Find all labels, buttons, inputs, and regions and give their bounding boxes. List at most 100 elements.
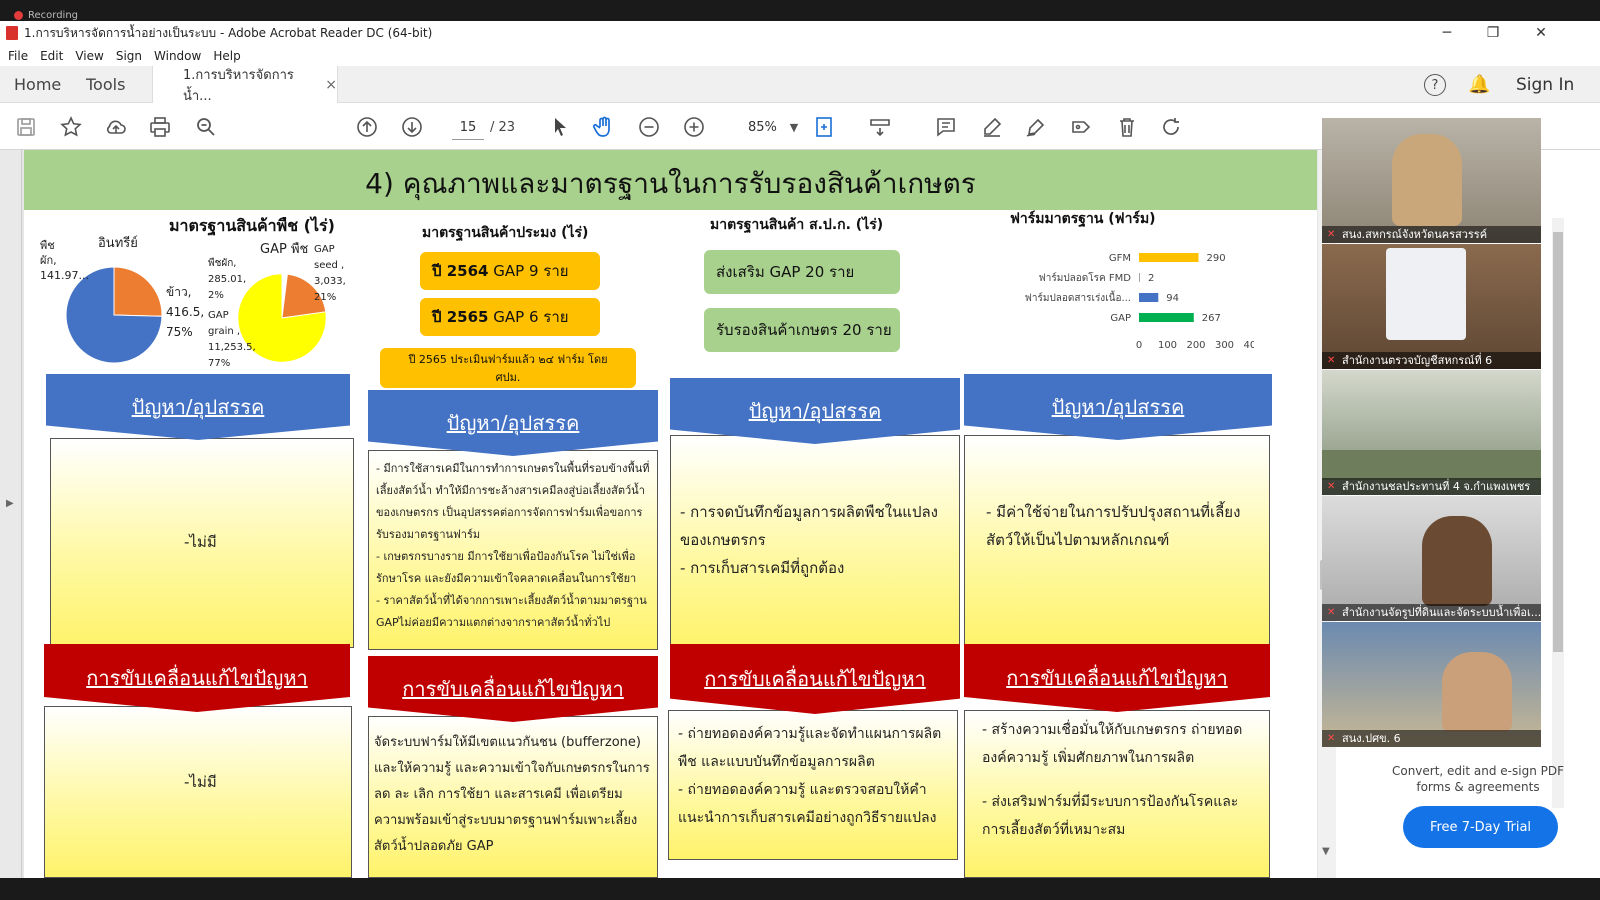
livestock-standard-title: ฟาร์มมาตรฐาน (ฟาร์ม) (1010, 211, 1156, 227)
recording-label: Recording (28, 10, 79, 21)
livestock-bar-chart: GFM 290 ฟาร์มปลอดโรค FMD 2 ฟาร์มปลอดสารเร่งเ… (1025, 253, 1254, 351)
fishery-2564-box: ปี 2564 GAP 9 ราย (420, 252, 600, 290)
muted-mic-icon: ✕ (1327, 355, 1336, 366)
participant-tile[interactable]: ✕ สนง.สหกรณ์จังหวัดนครสวรรค์ (1322, 118, 1541, 243)
select-cursor-icon[interactable] (546, 113, 574, 141)
panel-scrollbar[interactable] (1552, 218, 1564, 808)
comment-icon[interactable] (932, 113, 960, 141)
alro-cert-box: รับรองสินค้าเกษตร 20 ราย (704, 308, 900, 352)
menu-file[interactable]: File (8, 49, 28, 63)
help-icon[interactable]: ? (1424, 74, 1446, 96)
menu-view[interactable]: View (75, 49, 103, 63)
fishery-standard-title: มาตรฐานสินค้าประมง (ไร่) (422, 225, 589, 241)
col3-solution-header: การขับเคลื่อนแก้ไขปัญหา (670, 644, 960, 714)
tab-close-icon[interactable]: × (325, 77, 337, 93)
tab-tools[interactable]: Tools (86, 66, 125, 103)
left-panel-toggle[interactable]: ▶ (0, 150, 22, 878)
plant-standard-title: มาตรฐานสินค้าพืช (ไร่) (169, 216, 335, 235)
expand-arrow-icon[interactable]: ▶ (6, 498, 14, 509)
close-window-button[interactable]: ✕ (1518, 21, 1564, 45)
rotate-icon[interactable] (1157, 113, 1185, 141)
zoom-out-icon[interactable] (635, 113, 663, 141)
participant-name: ✕ สำนักงานชลประทานที่ 4 จ.กำแพงเพชร (1322, 478, 1541, 495)
col3-problem-list: - การจดบันทึกข้อมูลการผลิตพืชในแปลงของเก… (680, 498, 956, 582)
col2-problem-list: - มีการใช้สารเคมีในการทำการเกษตรในพื้นที… (376, 458, 654, 634)
stamp-icon[interactable] (1067, 113, 1095, 141)
participant-name-label: สำนักงานชลประทานที่ 4 จ.กำแพงเพชร (1342, 480, 1531, 493)
tab-home[interactable]: Home (14, 66, 61, 103)
recording-indicator: Recording (14, 10, 78, 21)
delete-trash-icon[interactable] (1113, 113, 1141, 141)
bar-value-label: 2 (1148, 273, 1154, 284)
col3-problem-item: - การจดบันทึกข้อมูลการผลิตพืชในแปลงของเก… (680, 503, 938, 549)
participant-name-label: สนง.สหกรณ์จังหวัดนครสวรรค์ (1342, 228, 1488, 241)
col1-solution-text: -ไม่มี (184, 773, 217, 791)
col4-solution-item: - สร้างความเชื่อมั่นให้กับเกษตรกร ถ่ายทอ… (982, 722, 1243, 766)
col3-solution-item: - ถ่ายทอดองค์ความรู้ และตรวจสอบให้คำแนะน… (678, 782, 937, 826)
tab-document[interactable]: 1.การบริหารจัดการน้ำ... × (152, 66, 338, 104)
col4-solution-list: - สร้างความเชื่อมั่นให้กับเกษตรกร ถ่ายทอ… (982, 716, 1262, 844)
bookmark-star-icon[interactable] (57, 113, 85, 141)
hand-tool-icon[interactable] (590, 113, 618, 141)
bar (1139, 293, 1159, 302)
previous-page-icon[interactable] (353, 113, 381, 141)
participant-tile[interactable]: ✕ สนง.ปศข. 6 (1322, 622, 1541, 747)
highlight-pen-icon[interactable] (978, 113, 1006, 141)
bar-category-label: ฟาร์มปลอดสารเร่งเนื้อ... (1025, 290, 1131, 304)
x-tick-label: 300 (1215, 340, 1234, 351)
scrolling-mode-icon[interactable] (866, 113, 894, 141)
bar-value-label: 290 (1207, 253, 1226, 264)
muted-mic-icon: ✕ (1327, 229, 1336, 240)
x-tick-label: 200 (1186, 340, 1205, 351)
menu-edit[interactable]: Edit (40, 49, 63, 63)
alro-gap-box: ส่งเสริม GAP 20 ราย (704, 250, 900, 294)
participant-name: ✕ สำนักงานตรวจบัญชีสหกรณ์ที่ 6 (1322, 352, 1541, 369)
participant-tile[interactable]: ✕ สำนักงานจัดรูปที่ดินและจัดระบบน้ำเพื่อเ… (1322, 496, 1541, 621)
sign-in-button[interactable]: Sign In (1516, 66, 1574, 103)
col2-solution-text: จัดระบบฟาร์มให้มีเขตแนวกันชน (bufferzone… (374, 735, 650, 854)
fishery-2564-text: GAP 9 ราย (493, 262, 569, 280)
fishery-2565-box: ปี 2565 GAP 6 ราย (420, 298, 600, 336)
window-title: 1.การบริหารจัดการน้ำอย่างเป็นระบบ - Adob… (24, 25, 433, 40)
panel-scroll-thumb[interactable] (1553, 232, 1563, 652)
bar-category-label: GAP (1110, 313, 1131, 324)
minimize-button[interactable]: ─ (1424, 21, 1470, 45)
pdf-page: 4) คุณภาพและมาตรฐานในการรับรองสินค้าเกษต… (24, 150, 1317, 878)
tab-bar: Home Tools 1.การบริหารจัดการน้ำ... × ? 🔔 … (0, 66, 1600, 104)
draw-sign-icon[interactable] (1022, 113, 1050, 141)
menu-sign[interactable]: Sign (116, 49, 142, 63)
fishery-2565-year: ปี 2565 (432, 308, 489, 326)
participant-tile[interactable]: ✕ สำนักงานชลประทานที่ 4 จ.กำแพงเพชร (1322, 370, 1541, 495)
print-icon[interactable] (146, 113, 174, 141)
bell-icon[interactable]: 🔔 (1468, 66, 1490, 103)
page-number-input[interactable]: 15 (452, 116, 484, 140)
chevron-down-icon[interactable]: ▼ (780, 113, 808, 141)
bar-value-label: 267 (1202, 313, 1221, 324)
col3-solution-list: - ถ่ายทอดองค์ความรู้และจัดทำแผนการผลิตพื… (678, 720, 956, 832)
upload-cloud-icon[interactable] (102, 113, 130, 141)
next-page-icon[interactable] (398, 113, 426, 141)
participant-name: ✕ สนง.สหกรณ์จังหวัดนครสวรรค์ (1322, 226, 1541, 243)
zoom-in-icon[interactable] (680, 113, 708, 141)
participant-tile[interactable]: ✕ สำนักงานตรวจบัญชีสหกรณ์ที่ 6 (1322, 244, 1541, 369)
participant-name-label: สนง.ปศข. 6 (1342, 732, 1401, 745)
zoom-level-select[interactable]: 85% (748, 116, 777, 140)
find-search-icon[interactable] (192, 113, 220, 141)
x-tick-label: 0 (1136, 340, 1142, 351)
bar-category-label: ฟาร์มปลอดโรค FMD (1039, 271, 1132, 284)
free-trial-button[interactable]: Free 7-Day Trial (1403, 806, 1558, 848)
x-tick-label: 400 (1243, 340, 1254, 351)
scroll-down-arrow-icon[interactable]: ▼ (1322, 846, 1330, 857)
col2-solution-header: การขับเคลื่อนแก้ไขปัญหา (368, 656, 658, 722)
record-dot-icon (14, 11, 23, 20)
menu-help[interactable]: Help (213, 49, 240, 63)
bar-value-label: 94 (1166, 293, 1179, 304)
pie-slice-vegetable (113, 266, 163, 317)
participant-name-label: สำนักงานตรวจบัญชีสหกรณ์ที่ 6 (1342, 354, 1493, 367)
menu-window[interactable]: Window (154, 49, 201, 63)
save-icon[interactable] (12, 113, 40, 141)
maximize-button[interactable]: ❐ (1470, 21, 1516, 45)
fit-page-icon[interactable] (810, 113, 838, 141)
participant-name-label: สำนักงานจัดรูปที่ดินและจัดระบบน้ำเพื่อเ.… (1342, 606, 1541, 619)
x-tick-label: 100 (1158, 340, 1177, 351)
